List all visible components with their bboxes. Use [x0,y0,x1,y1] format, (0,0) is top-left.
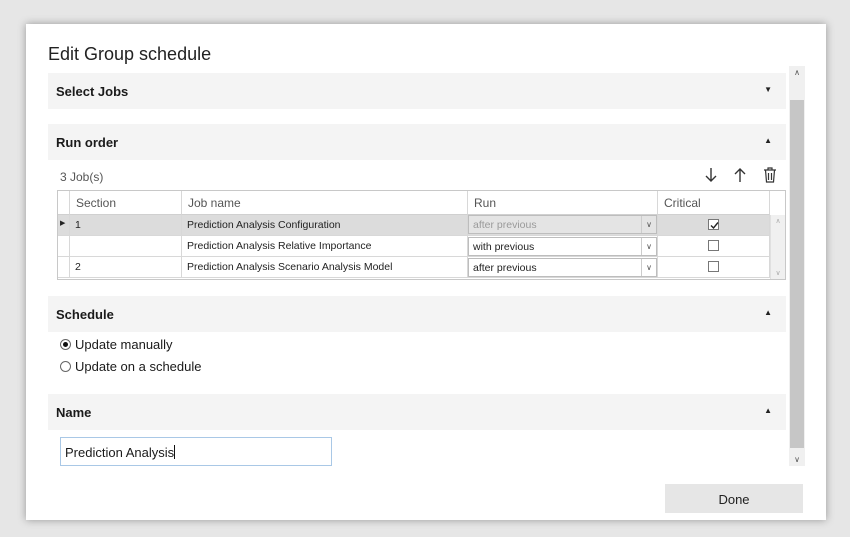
row-header-cell [58,236,70,257]
radio-selected-icon [60,339,71,350]
table-row-cell-critical [658,257,770,278]
column-header-run: Run [468,191,658,215]
scrollbar-thumb[interactable] [790,100,804,448]
critical-checkbox[interactable] [708,219,719,230]
table-row-cell-critical [658,236,770,257]
name-input[interactable]: Prediction Analysis [60,437,332,466]
table-row-cell-section[interactable]: 1 [70,215,182,236]
dialog-title: Edit Group schedule [48,44,212,64]
table-row-cell-run: after previous ∨ [468,215,658,236]
table-row-cell-run: with previous ∨ [468,236,658,257]
section-select-jobs-label: Select Jobs [56,84,129,99]
radio-update-manually[interactable]: Update manually [60,337,173,352]
radio-update-on-schedule-label: Update on a schedule [75,359,202,374]
delete-button[interactable] [759,164,781,188]
radio-update-manually-label: Update manually [75,337,173,352]
run-select[interactable]: with previous ∨ [468,237,657,256]
radio-unselected-icon [60,361,71,372]
table-row-cell-critical [658,215,770,236]
table-row-cell-job-name[interactable]: Prediction Analysis Configuration [182,215,468,236]
move-down-icon [705,168,717,182]
run-order-grid: Section Job name Run Critical ▶ 1 Predic… [57,190,786,280]
column-header-section: Section [70,191,182,215]
table-row-cell-section[interactable]: 2 [70,257,182,278]
table-row-cell-section[interactable] [70,236,182,257]
run-select[interactable]: after previous ∨ [468,258,657,277]
row-header-column [58,191,70,215]
checkmark-icon [710,222,719,230]
move-down-button[interactable] [700,164,722,188]
current-row-indicator-icon: ▶ [58,215,70,236]
chevron-up-icon: ▲ [764,406,772,415]
section-schedule[interactable]: Schedule ▲ [48,296,786,332]
scroll-down-icon[interactable]: ∨ [789,455,805,464]
run-select: after previous ∨ [468,215,657,234]
grid-scrollbar[interactable]: ∧ ∨ [770,215,785,279]
scroll-down-icon[interactable]: ∨ [771,269,785,277]
chevron-down-icon: ∨ [641,259,656,276]
chevron-up-icon: ▲ [764,308,772,317]
done-button[interactable]: Done [665,484,803,513]
table-row-cell-job-name[interactable]: Prediction Analysis Relative Importance [182,236,468,257]
chevron-down-icon: ∨ [641,216,656,233]
chevron-down-icon: ∨ [641,238,656,255]
dialog-scrollbar[interactable]: ∧ ∨ [789,66,805,466]
row-header-cell [58,257,70,278]
section-schedule-label: Schedule [56,307,114,322]
scroll-up-icon[interactable]: ∧ [771,217,785,225]
trash-icon [764,167,776,183]
radio-update-on-schedule[interactable]: Update on a schedule [60,359,201,374]
section-select-jobs[interactable]: Select Jobs ▼ [48,73,786,109]
critical-checkbox[interactable] [708,240,719,251]
text-caret [174,445,176,459]
move-up-icon [734,168,746,182]
critical-checkbox[interactable] [708,261,719,272]
edit-group-schedule-dialog: Edit Group schedule Select Jobs ▼ Run or… [26,24,826,520]
section-name-label: Name [56,405,92,420]
column-header-job-name: Job name [182,191,468,215]
move-up-button[interactable] [729,164,751,188]
scroll-up-icon[interactable]: ∧ [789,68,805,77]
chevron-down-icon: ▼ [764,85,772,94]
run-select-value: with previous [473,241,535,253]
run-select-value: after previous [473,262,537,274]
jobs-count: 3 Job(s) [60,170,104,184]
table-row-cell-job-name[interactable]: Prediction Analysis Scenario Analysis Mo… [182,257,468,278]
section-run-order[interactable]: Run order ▲ [48,124,786,160]
section-name[interactable]: Name ▲ [48,394,786,430]
run-select-value: after previous [473,219,537,231]
column-header-critical: Critical [658,191,770,215]
name-input-value: Prediction Analysis [65,445,175,460]
section-run-order-label: Run order [56,135,119,150]
table-row-cell-run: after previous ∨ [468,257,658,278]
chevron-up-icon: ▲ [764,136,772,145]
